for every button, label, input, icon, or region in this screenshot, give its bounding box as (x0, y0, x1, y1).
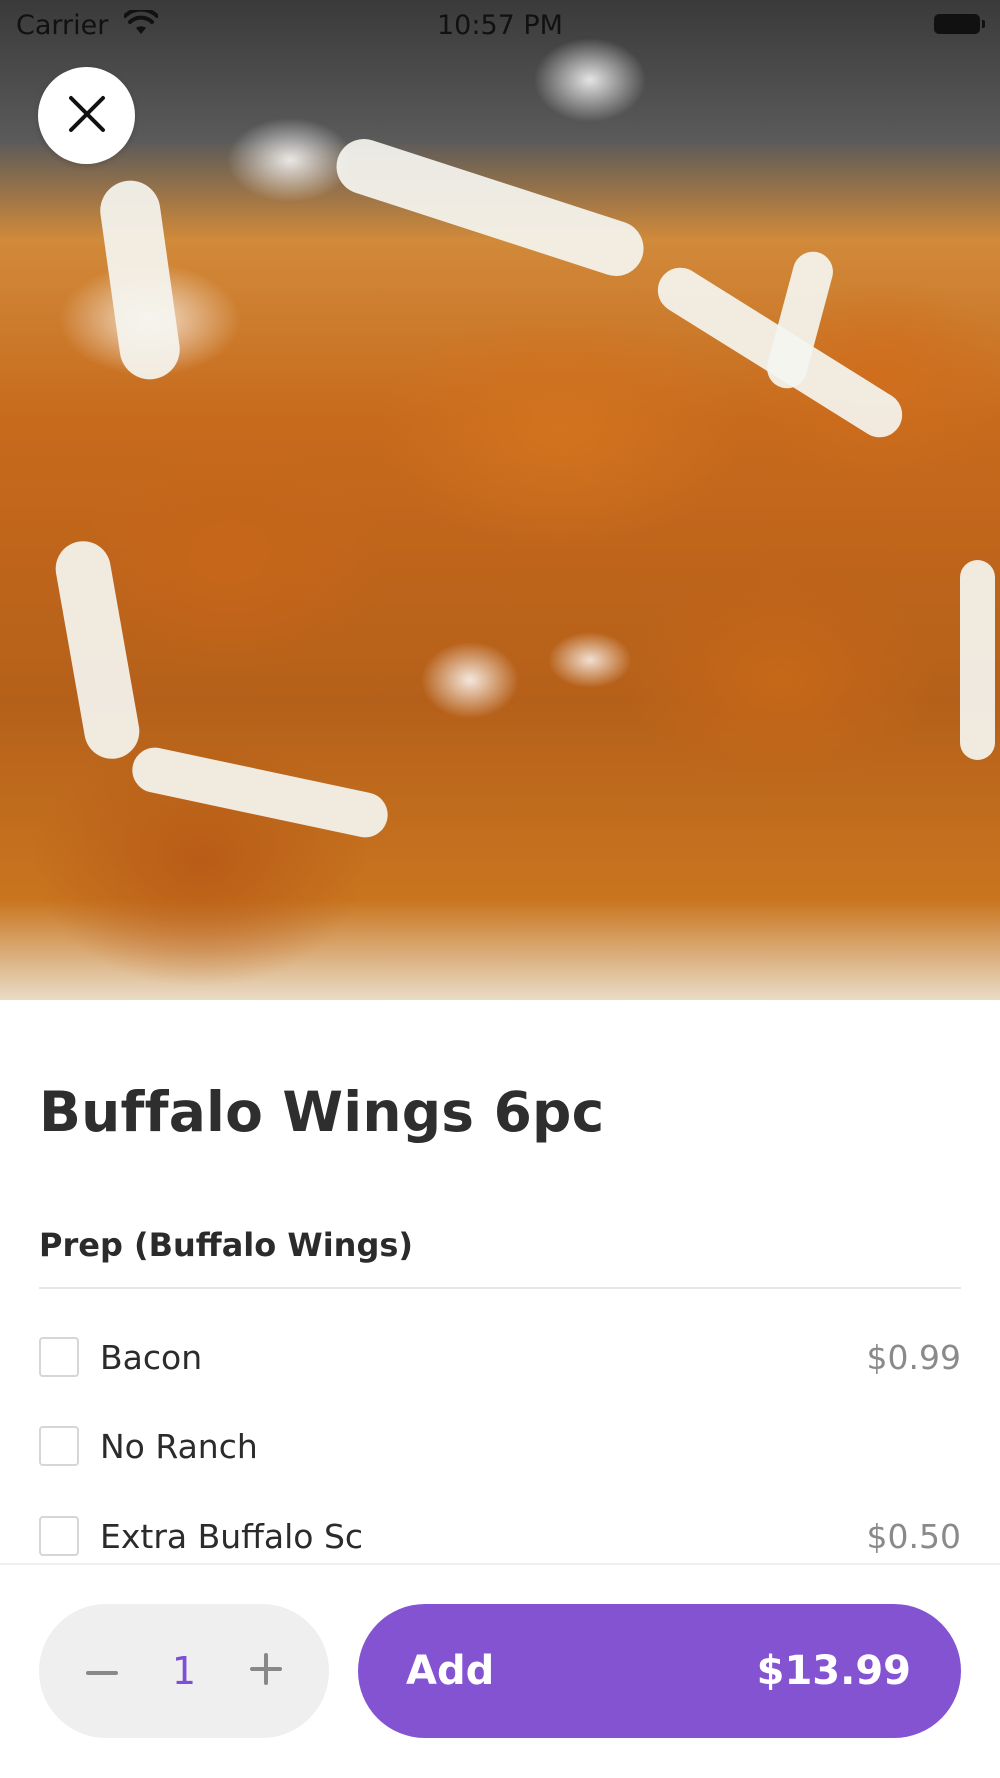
item-title: Buffalo Wings 6pc (39, 1080, 605, 1144)
item-photo (0, 0, 1000, 1000)
add-to-cart-button[interactable]: Add $13.99 (358, 1604, 961, 1738)
checkbox[interactable] (39, 1516, 79, 1556)
footer-divider (0, 1563, 1000, 1565)
option-label: Bacon (100, 1337, 203, 1377)
increase-quantity-button[interactable] (231, 1604, 301, 1738)
ranch-drizzle (960, 560, 995, 760)
modifier-group-title: Prep (Buffalo Wings) (39, 1226, 414, 1264)
close-button[interactable] (38, 67, 135, 164)
quantity-stepper: 1 (39, 1604, 329, 1738)
section-divider (39, 1287, 961, 1289)
option-bacon[interactable]: Bacon $0.99 (39, 1327, 961, 1387)
ranch-drizzle (51, 536, 144, 764)
close-icon (67, 94, 107, 138)
option-price: $0.50 (866, 1516, 961, 1556)
checkbox[interactable] (39, 1426, 79, 1466)
option-no-ranch[interactable]: No Ranch (39, 1416, 961, 1476)
plus-icon (250, 1653, 282, 1689)
option-price: $0.99 (866, 1337, 961, 1377)
add-button-price: $13.99 (756, 1648, 911, 1694)
ranch-drizzle (128, 743, 392, 842)
ranch-drizzle (329, 131, 651, 284)
ranch-drizzle (96, 176, 184, 384)
option-label: No Ranch (100, 1426, 258, 1466)
add-button-label: Add (406, 1648, 495, 1694)
checkbox[interactable] (39, 1337, 79, 1377)
option-extra-buffalo-sauce[interactable]: Extra Buffalo Sc $0.50 (39, 1506, 961, 1566)
status-bar: Carrier 10:57 PM (0, 0, 1000, 52)
clock: 10:57 PM (437, 10, 563, 41)
option-label: Extra Buffalo Sc (100, 1516, 364, 1556)
battery-icon (934, 14, 985, 34)
